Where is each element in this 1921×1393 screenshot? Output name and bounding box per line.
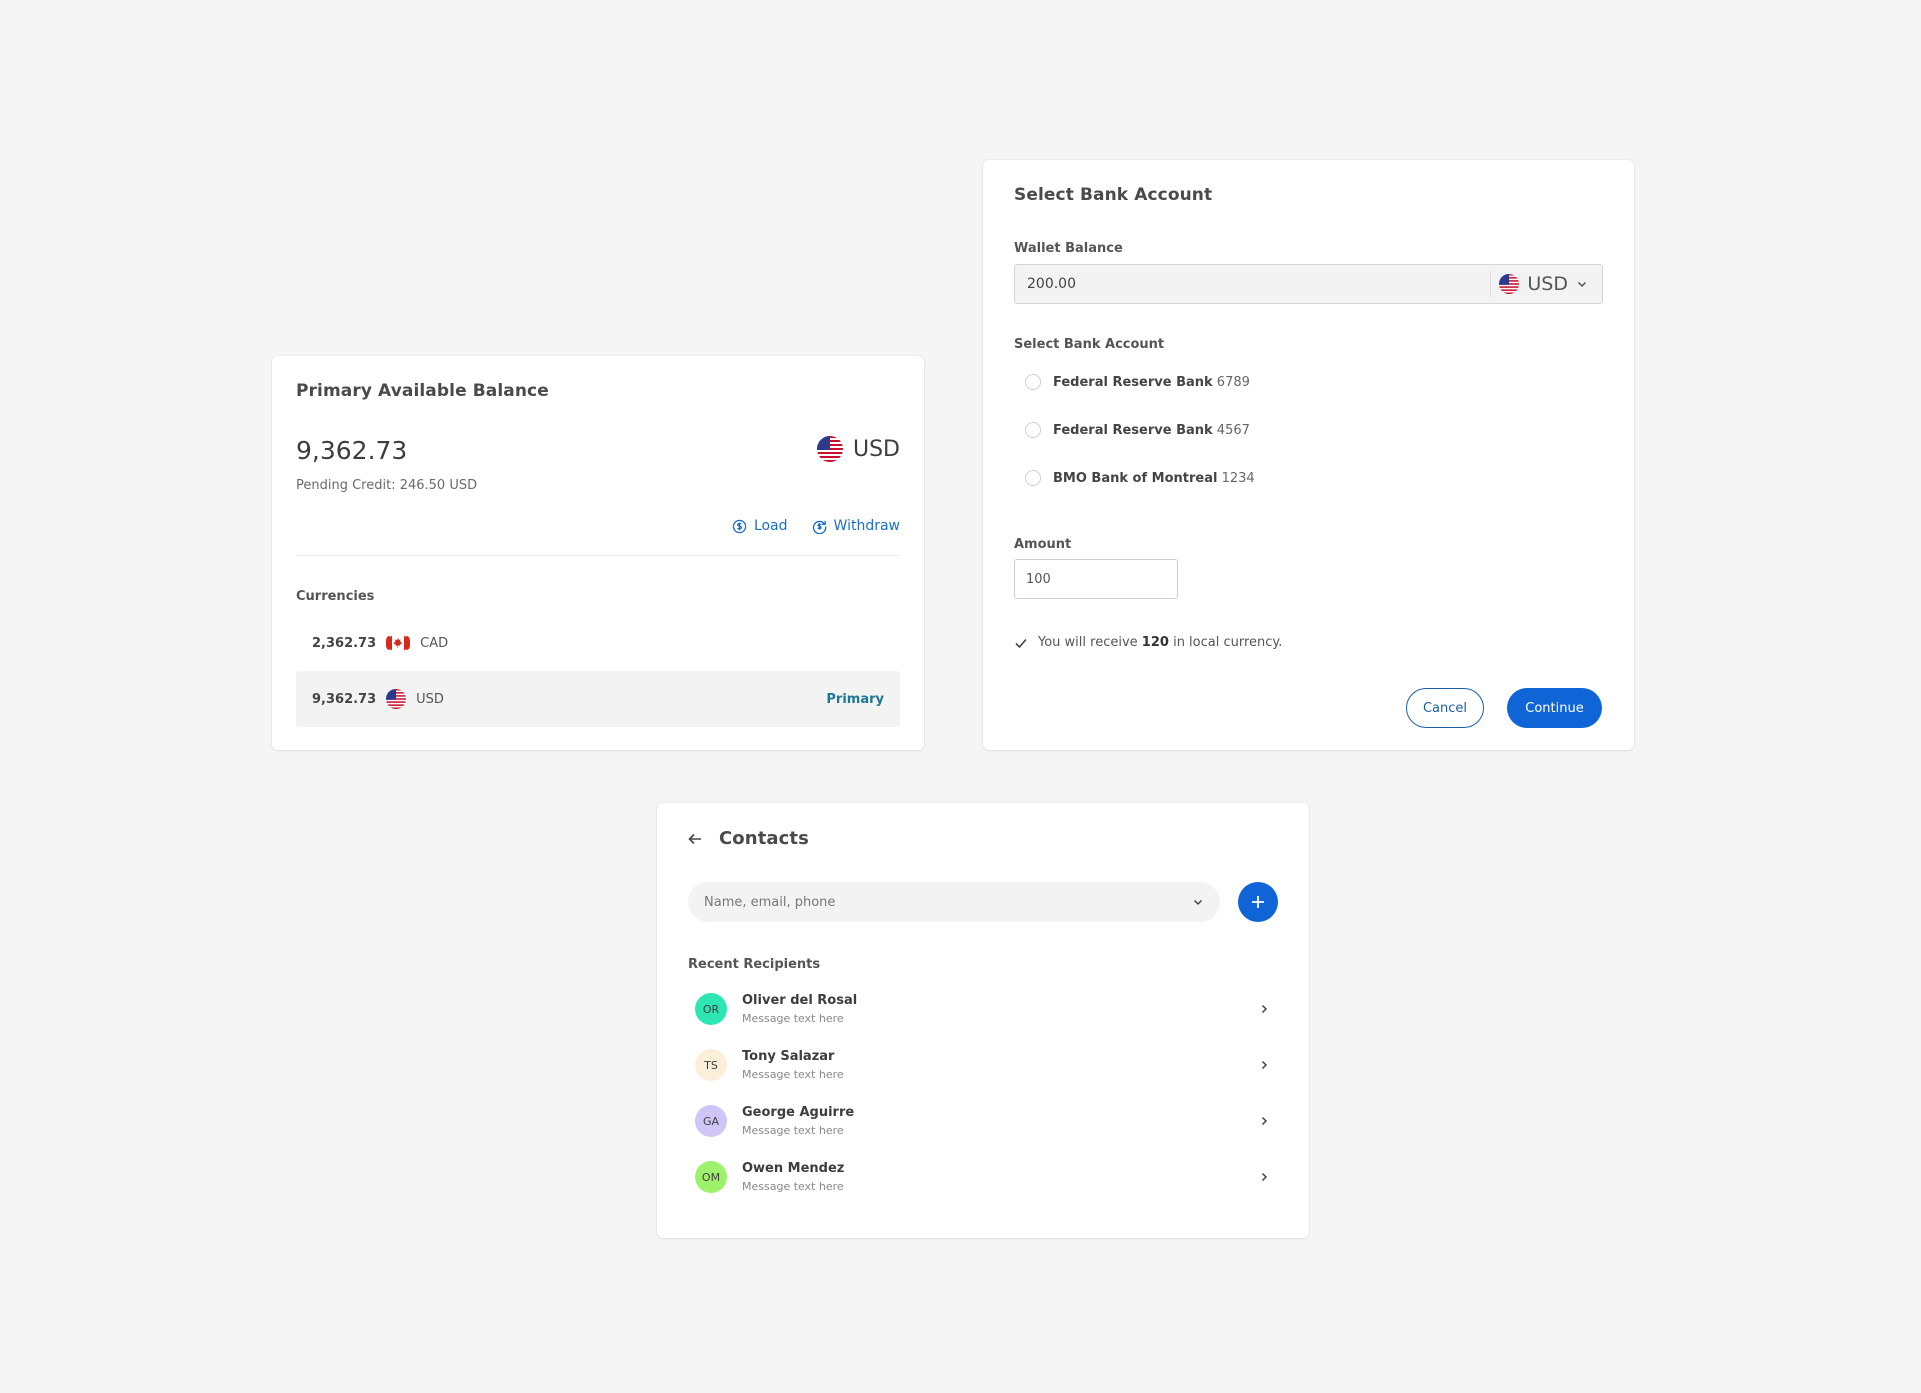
- currency-row-usd[interactable]: 9,362.73 USD Primary: [296, 671, 900, 727]
- amount-label: Amount: [1014, 537, 1072, 552]
- bank-number: 4567: [1216, 422, 1250, 438]
- receive-note: You will receive 120 in local currency.: [1014, 635, 1282, 650]
- currency-code: USD: [416, 691, 444, 707]
- back-arrow-icon[interactable]: [687, 831, 703, 847]
- currency-amount: 2,362.73: [312, 635, 377, 651]
- recipient-name: Owen Mendez: [742, 1161, 845, 1176]
- balance-amount: 9,362.73: [296, 436, 408, 465]
- bank-option-3[interactable]: BMO Bank of Montreal 1234: [1025, 470, 1255, 486]
- balance-card: Primary Available Balance 9,362.73 Pendi…: [272, 356, 924, 750]
- bank-option-2[interactable]: Federal Reserve Bank 4567: [1025, 422, 1250, 438]
- balance-title: Primary Available Balance: [296, 381, 549, 401]
- load-button[interactable]: Load: [732, 518, 788, 534]
- load-icon: [732, 519, 747, 533]
- balance-currency-selector[interactable]: USD: [816, 436, 900, 462]
- chevron-right-icon: [1261, 1060, 1268, 1070]
- recent-recipients-label: Recent Recipients: [688, 957, 821, 972]
- chevron-right-icon: [1261, 1116, 1268, 1126]
- load-label: Load: [753, 518, 788, 534]
- withdraw-label: Withdraw: [833, 518, 900, 534]
- chevron-down-icon[interactable]: [1192, 896, 1204, 908]
- search-placeholder: Name, email, phone: [704, 894, 836, 910]
- primary-badge: Primary: [826, 691, 884, 707]
- amount-input[interactable]: [1014, 559, 1178, 599]
- bank-card-title: Select Bank Account: [1014, 185, 1213, 205]
- balance-divider: [296, 555, 900, 556]
- recipient-name: George Aguirre: [742, 1105, 855, 1120]
- radio-button[interactable]: [1025, 422, 1041, 438]
- select-bank-label: Select Bank Account: [1014, 337, 1165, 352]
- chevron-right-icon: [1261, 1172, 1268, 1182]
- wallet-balance-label: Wallet Balance: [1014, 241, 1123, 256]
- check-icon: [1015, 638, 1027, 648]
- wallet-currency-dropdown[interactable]: USD: [1491, 273, 1602, 295]
- withdraw-icon: [812, 520, 826, 534]
- recipient-message: Message text here: [742, 1124, 844, 1137]
- contact-search-input[interactable]: Name, email, phone: [688, 882, 1220, 922]
- contacts-card: Contacts Name, email, phone Recent Recip…: [657, 803, 1309, 1238]
- us-flag-icon: [386, 689, 407, 709]
- avatar: OR: [695, 993, 727, 1025]
- bank-account-card: Select Bank Account Wallet Balance 200.0…: [983, 160, 1634, 750]
- wallet-currency-code: USD: [1527, 273, 1568, 295]
- continue-button[interactable]: Continue: [1507, 688, 1602, 728]
- radio-button[interactable]: [1025, 470, 1041, 486]
- avatar: GA: [695, 1105, 727, 1137]
- cancel-button[interactable]: Cancel: [1406, 688, 1484, 728]
- recipient-row[interactable]: GA George Aguirre Message text here: [688, 1095, 1278, 1147]
- receive-prefix: You will receive: [1038, 635, 1138, 650]
- bank-number: 6789: [1216, 374, 1250, 390]
- recipient-name: Oliver del Rosal: [742, 993, 858, 1008]
- canada-flag-icon: [386, 634, 411, 652]
- wallet-balance-field[interactable]: 200.00 USD: [1014, 264, 1603, 304]
- recipient-row[interactable]: OM Owen Mendez Message text here: [688, 1151, 1278, 1203]
- contacts-title: Contacts: [719, 828, 809, 849]
- recipient-message: Message text here: [742, 1068, 844, 1081]
- currencies-label: Currencies: [296, 589, 375, 604]
- currency-amount: 9,362.73: [312, 691, 377, 707]
- add-contact-button[interactable]: [1238, 882, 1278, 922]
- recipient-message: Message text here: [742, 1012, 844, 1025]
- contacts-header: Contacts: [687, 828, 809, 849]
- bank-number: 1234: [1221, 470, 1255, 486]
- bank-option-1[interactable]: Federal Reserve Bank 6789: [1025, 374, 1250, 390]
- plus-icon: [1252, 896, 1264, 908]
- receive-amount: 120: [1141, 635, 1169, 650]
- us-flag-icon: [816, 436, 843, 462]
- avatar: OM: [695, 1161, 727, 1193]
- pending-credit: Pending Credit: 246.50 USD: [296, 478, 478, 493]
- currency-code: CAD: [420, 635, 449, 651]
- radio-button[interactable]: [1025, 374, 1041, 390]
- receive-suffix: in local currency.: [1173, 635, 1283, 650]
- balance-currency-code: USD: [852, 436, 900, 462]
- avatar: TS: [695, 1049, 727, 1081]
- recipient-row[interactable]: OR Oliver del Rosal Message text here: [688, 983, 1278, 1035]
- wallet-balance-value: 200.00: [1027, 276, 1076, 292]
- withdraw-button[interactable]: Withdraw: [812, 518, 900, 534]
- bank-name: Federal Reserve Bank: [1053, 374, 1213, 390]
- currency-row-cad[interactable]: 2,362.73 CAD: [296, 615, 900, 671]
- recipient-message: Message text here: [742, 1180, 844, 1193]
- us-flag-icon: [1499, 274, 1520, 294]
- recipient-name: Tony Salazar: [742, 1049, 835, 1064]
- bank-name: Federal Reserve Bank: [1053, 422, 1213, 438]
- chevron-right-icon: [1261, 1004, 1268, 1014]
- chevron-down-icon: [1577, 281, 1587, 288]
- bank-name: BMO Bank of Montreal: [1053, 470, 1218, 486]
- recipient-row[interactable]: TS Tony Salazar Message text here: [688, 1039, 1278, 1091]
- balance-actions: Load Withdraw: [732, 518, 900, 534]
